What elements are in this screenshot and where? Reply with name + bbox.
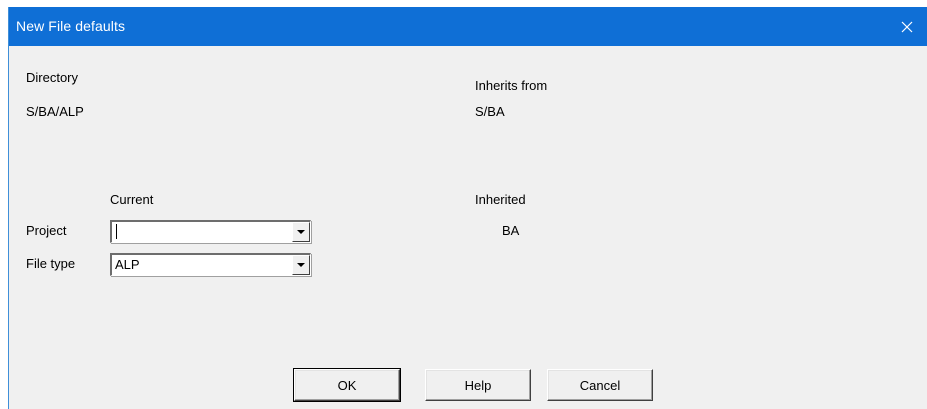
new-file-defaults-dialog: New File defaults Directory S/BA/ALP Inh… [8, 7, 927, 409]
close-icon [901, 21, 913, 32]
chevron-down-icon [297, 230, 305, 234]
ok-button[interactable]: OK [293, 368, 401, 402]
project-dropdown-button[interactable] [292, 222, 310, 242]
chevron-down-icon [297, 263, 305, 267]
directory-value: S/BA/ALP [26, 104, 84, 119]
project-label: Project [26, 223, 67, 238]
current-column-label: Current [110, 192, 154, 207]
file-type-value: ALP [115, 257, 140, 272]
title-bar[interactable]: New File defaults [9, 7, 927, 46]
directory-label: Directory [26, 70, 79, 85]
file-type-combobox[interactable]: ALP [110, 253, 311, 276]
help-button[interactable]: Help [425, 369, 531, 401]
inherits-from-value: S/BA [475, 104, 505, 119]
cancel-button[interactable]: Cancel [547, 369, 653, 401]
project-inherited-value: BA [502, 223, 520, 238]
project-combobox[interactable] [110, 220, 311, 243]
close-button[interactable] [887, 7, 927, 46]
inherits-from-label: Inherits from [475, 78, 548, 93]
file-type-dropdown-button[interactable] [292, 255, 310, 275]
file-type-label: File type [26, 256, 76, 271]
text-caret [116, 224, 117, 239]
inherited-column-label: Inherited [475, 192, 526, 207]
dialog-title: New File defaults [16, 18, 126, 34]
